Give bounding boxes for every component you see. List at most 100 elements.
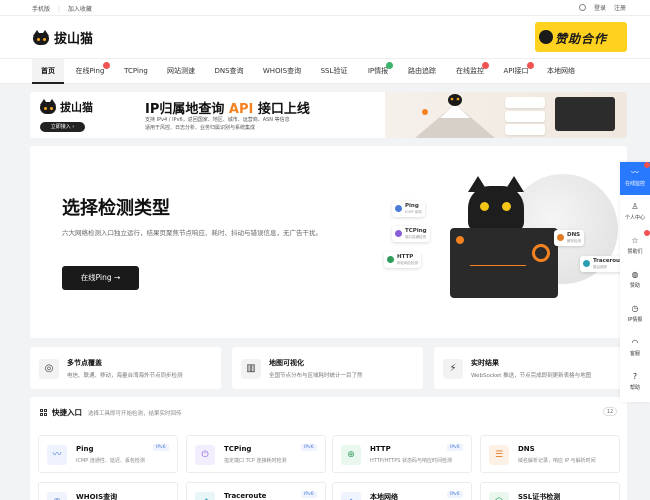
ipv6-badge: IPv6	[447, 491, 463, 498]
ping-icon: 〰	[47, 445, 67, 465]
ipv6-badge: IPv6	[301, 491, 317, 498]
feature-card-map: ▥ 地图可视化 全国节点分布与区域耗时统计一目了然	[232, 347, 423, 389]
register-link[interactable]: 注册	[614, 3, 626, 12]
hero-tag-ping: Ping ICMP 探测	[392, 201, 425, 217]
nav-traceroute[interactable]: 路由追踪	[402, 59, 442, 84]
cat-logo-icon	[39, 99, 57, 115]
right-float-toolbar: 〰在线监控 ♙ 个人中心 ☆ 赞助们 ◍ 赞助 ◷ IP情报 ◠ 客服? 帮助	[620, 162, 650, 402]
top-bar: 手机版 | 加入收藏 登录 注册	[0, 0, 650, 16]
favorite-link[interactable]: 加入收藏	[68, 6, 92, 13]
tool-name: TCPing	[224, 445, 252, 453]
hero-description: 六大网络检测入口独立运行，结果页聚焦节点响应、耗时、抖动与错误信息，无广告干扰。	[62, 229, 322, 237]
nav-local-network[interactable]: 本地网络	[541, 59, 581, 84]
mobile-link[interactable]: 手机版	[32, 6, 50, 13]
float-item-ip-intel[interactable]: ◷ IP情报	[620, 298, 650, 331]
feature-title: 地图可视化	[269, 359, 304, 367]
nav-ssl[interactable]: SSL验证	[314, 59, 354, 84]
ad-subtitle: 支持 IPv4 / IPv6，返回国家、地区、城市、运营商、ASN 等信息 适用…	[145, 116, 290, 132]
cat-mascot-illustration	[468, 176, 524, 232]
nav-whois[interactable]: WHOIS查询	[258, 59, 306, 84]
ad-sub-line: 支持 IPv4 / IPv6，返回国家、地区、城市、运营商、ASN 等信息	[145, 117, 290, 123]
dashboard-illustration	[450, 228, 558, 298]
tool-card-ssl[interactable]: ⬡ SSL证书检测	[480, 482, 620, 500]
ad-code-panel	[555, 97, 615, 131]
sponsor-banner[interactable]: 赞助合作	[535, 22, 627, 52]
ssl-icon: ⬡	[489, 492, 509, 500]
map-icon: ▥	[241, 359, 261, 379]
pulse-icon: 〰	[631, 168, 639, 177]
nav-dns[interactable]: DNS查询	[209, 59, 249, 84]
quick-entry-subtitle: 选择工具即可开始检测，结果实时回传	[88, 410, 182, 417]
tag-sub: 解析检测	[567, 239, 581, 243]
float-item-sponsor[interactable]: ◍ 赞助	[620, 264, 650, 297]
float-label: 个人中心	[624, 215, 645, 221]
tool-card-whois[interactable]: ◉ WHOIS查询	[38, 482, 178, 500]
help-icon: ?	[632, 372, 638, 381]
login-link[interactable]: 登录	[594, 3, 606, 12]
headset-icon: ◠	[631, 338, 639, 347]
tool-card-tcping[interactable]: ⏻ TCPing 指定端口 TCP 连接耗时检测 IPv6	[186, 435, 326, 473]
quick-entry-header: 快捷入口 选择工具即可开始检测，结果实时回传	[40, 407, 182, 418]
ad-title-suffix: 接口上线	[253, 102, 310, 117]
http-icon: ⊕	[341, 445, 361, 465]
float-item-user-center[interactable]: ♙ 个人中心	[620, 196, 650, 229]
quick-entry-title: 快捷入口	[52, 408, 82, 417]
clock-icon: ◷	[631, 304, 639, 313]
ad-connect-button[interactable]: 立即接入 ›	[40, 122, 85, 132]
tcping-icon: ⏻	[195, 445, 215, 465]
tool-card-ping[interactable]: 〰 Ping ICMP 连通性、延迟、丢包检测 IPv6	[38, 435, 178, 473]
ad-sub-line: 适用于风控、日志分析、业务归属识别与系统集成	[145, 125, 256, 131]
feature-card-nodes: ◎ 多节点覆盖 电信、联通、移动，海量台湾海外节点同步检测	[30, 347, 221, 389]
theme-toggle-icon[interactable]	[578, 4, 586, 11]
tool-card-traceroute[interactable]: ↗ Traceroute IPv6	[186, 482, 326, 500]
nav-label: 在线监控	[456, 67, 484, 75]
ping-cta-button[interactable]: 在线Ping →	[62, 266, 139, 290]
tool-desc: 指定端口 TCP 连接耗时检测	[224, 458, 287, 464]
sponsor-text: 赞助合作	[555, 32, 608, 46]
chat-bubble-icon	[539, 30, 553, 44]
float-label: 赞助们	[627, 249, 643, 255]
tool-desc: ICMP 连通性、延迟、丢包检测	[76, 458, 145, 464]
target-icon: ◎	[39, 359, 59, 379]
ad-title-prefix: IP归属地查询	[145, 102, 229, 117]
user-icon: ♙	[631, 202, 639, 211]
dns-icon: ☰	[489, 445, 509, 465]
tool-name: DNS	[518, 445, 535, 453]
float-item-support[interactable]: ◠ 客服	[620, 332, 650, 365]
feature-title: 实时结果	[471, 359, 499, 367]
nav-badge	[103, 62, 110, 69]
traceroute-icon: ↗	[195, 492, 215, 500]
tool-card-local-network[interactable]: ⌂ 本地网络 IPv6	[332, 482, 472, 500]
float-label: 在线监控	[624, 181, 645, 187]
header: 拔山猫 赞助合作	[0, 16, 650, 58]
tool-count-badge: 12	[603, 407, 617, 416]
notification-dot	[644, 162, 650, 168]
ad-logo: 拔山猫	[39, 99, 93, 115]
float-item-monitor[interactable]: 〰在线监控	[620, 162, 650, 195]
logo-text: 拔山猫	[54, 32, 94, 47]
float-item-help[interactable]: ? 帮助	[620, 366, 650, 399]
quick-entry-section: 快捷入口 选择工具即可开始检测，结果实时回传 12 〰 Ping ICMP 连通性、…	[30, 397, 627, 500]
tag-sub: ICMP 探测	[405, 210, 422, 214]
tag-sub: 端口连通检测	[405, 235, 426, 239]
tool-name: HTTP	[370, 445, 391, 453]
feature-desc: 电信、联通、移动，海量台湾海外节点同步检测	[67, 373, 183, 379]
ipv6-badge: IPv6	[153, 444, 169, 451]
nav-speedtest[interactable]: 网站测速	[161, 59, 201, 84]
float-label: IP情报	[627, 317, 643, 323]
nav-tcping[interactable]: TCPing	[118, 59, 154, 84]
nav-label: 在线Ping	[75, 67, 105, 75]
float-item-sponsors[interactable]: ☆ 赞助们	[620, 230, 650, 263]
api-ad-banner[interactable]: 拔山猫 立即接入 › IP归属地查询 API 接口上线 支持 IPv4 / IP…	[30, 92, 627, 138]
notification-dot	[644, 230, 650, 236]
tool-card-dns[interactable]: ☰ DNS 域名解析记录，响应 IP 与解析时间	[480, 435, 620, 473]
cat-logo-icon	[32, 29, 50, 46]
site-logo[interactable]: 拔山猫	[32, 28, 93, 47]
ipv6-badge: IPv6	[301, 444, 317, 451]
tool-name: Ping	[76, 445, 94, 453]
hero-section: 选择检测类型 六大网络检测入口独立运行，结果页聚焦节点响应、耗时、抖动与错误信息…	[30, 146, 627, 338]
nav-home[interactable]: 首页	[32, 59, 64, 84]
ad-card	[505, 97, 545, 108]
feature-title: 多节点覆盖	[67, 359, 102, 367]
tool-card-http[interactable]: ⊕ HTTP HTTP/HTTPS 状态码与响应时间检测 IPv6	[332, 435, 472, 473]
